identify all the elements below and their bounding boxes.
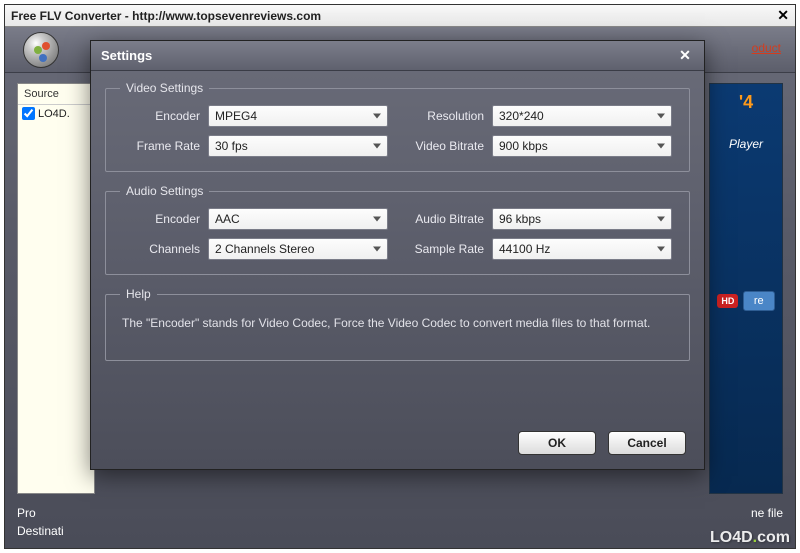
hd-badge: HD (717, 294, 738, 308)
chevron-down-icon (373, 247, 381, 252)
video-bitrate-select[interactable]: 900 kbps (492, 135, 672, 157)
help-text: The "Encoder" stands for Video Codec, Fo… (120, 311, 675, 346)
main-bottom-bar: Pro ne file Destinati (17, 502, 783, 538)
watermark: LO4D.com (710, 529, 790, 547)
dialog-body: Video Settings Encoder MPEG4 Resolution … (91, 71, 704, 361)
source-checkbox[interactable] (22, 107, 35, 120)
chevron-down-icon (657, 114, 665, 119)
close-icon[interactable]: ✕ (676, 47, 694, 65)
help-legend: Help (120, 287, 157, 301)
main-titlebar: Free FLV Converter - http://www.topseven… (5, 5, 795, 27)
source-item-label: LO4D. (38, 108, 70, 120)
samplerate-label: Sample Rate (404, 242, 484, 256)
resolution-select[interactable]: 320*240 (492, 105, 672, 127)
cancel-button[interactable]: Cancel (608, 431, 686, 455)
audio-encoder-value: AAC (215, 212, 240, 226)
close-icon[interactable]: ✕ (777, 7, 789, 24)
chevron-down-icon (373, 114, 381, 119)
chevron-down-icon (373, 144, 381, 149)
chevron-down-icon (657, 144, 665, 149)
product-link[interactable]: oduct (752, 41, 781, 55)
bottom-tail: ne file (751, 506, 783, 520)
audio-encoder-select[interactable]: AAC (208, 208, 388, 230)
ad-subtitle: Player (710, 137, 782, 151)
dialog-titlebar: Settings ✕ (91, 41, 704, 71)
chevron-down-icon (657, 247, 665, 252)
audio-settings-group: Audio Settings Encoder AAC Audio Bitrate… (105, 184, 690, 275)
ad-more-button[interactable]: re (743, 291, 775, 311)
samplerate-value: 44100 Hz (499, 242, 550, 256)
chevron-down-icon (373, 217, 381, 222)
framerate-select[interactable]: 30 fps (208, 135, 388, 157)
ad-panel: '4 Player HD re (709, 83, 783, 494)
encoder-label: Encoder (120, 109, 200, 123)
chevron-down-icon (657, 217, 665, 222)
audio-bitrate-select[interactable]: 96 kbps (492, 208, 672, 230)
settings-dialog: Settings ✕ Video Settings Encoder MPEG4 … (90, 40, 705, 470)
video-settings-legend: Video Settings (120, 81, 209, 95)
profile-label: Pro (17, 506, 89, 520)
dialog-title: Settings (101, 48, 152, 63)
resolution-value: 320*240 (499, 109, 544, 123)
framerate-label: Frame Rate (120, 139, 200, 153)
source-item[interactable]: LO4D. (18, 105, 94, 122)
video-settings-group: Video Settings Encoder MPEG4 Resolution … (105, 81, 690, 172)
source-panel: Source LO4D. (17, 83, 95, 494)
window-title: Free FLV Converter - http://www.topseven… (11, 9, 321, 23)
audio-settings-legend: Audio Settings (120, 184, 209, 198)
video-bitrate-label: Video Bitrate (404, 139, 484, 153)
audio-bitrate-value: 96 kbps (499, 212, 541, 226)
destination-label: Destinati (17, 524, 89, 538)
audio-encoder-label: Encoder (120, 212, 200, 226)
source-header: Source (18, 84, 94, 105)
samplerate-select[interactable]: 44100 Hz (492, 238, 672, 260)
channels-value: 2 Channels Stereo (215, 242, 314, 256)
app-logo-icon (23, 32, 59, 68)
audio-bitrate-label: Audio Bitrate (404, 212, 484, 226)
help-group: Help The "Encoder" stands for Video Code… (105, 287, 690, 361)
video-bitrate-value: 900 kbps (499, 139, 548, 153)
resolution-label: Resolution (404, 109, 484, 123)
channels-label: Channels (120, 242, 200, 256)
ad-heading: '4 (710, 92, 782, 113)
framerate-value: 30 fps (215, 139, 248, 153)
video-encoder-value: MPEG4 (215, 109, 257, 123)
video-encoder-select[interactable]: MPEG4 (208, 105, 388, 127)
dialog-buttons: OK Cancel (518, 431, 686, 455)
channels-select[interactable]: 2 Channels Stereo (208, 238, 388, 260)
ok-button[interactable]: OK (518, 431, 596, 455)
